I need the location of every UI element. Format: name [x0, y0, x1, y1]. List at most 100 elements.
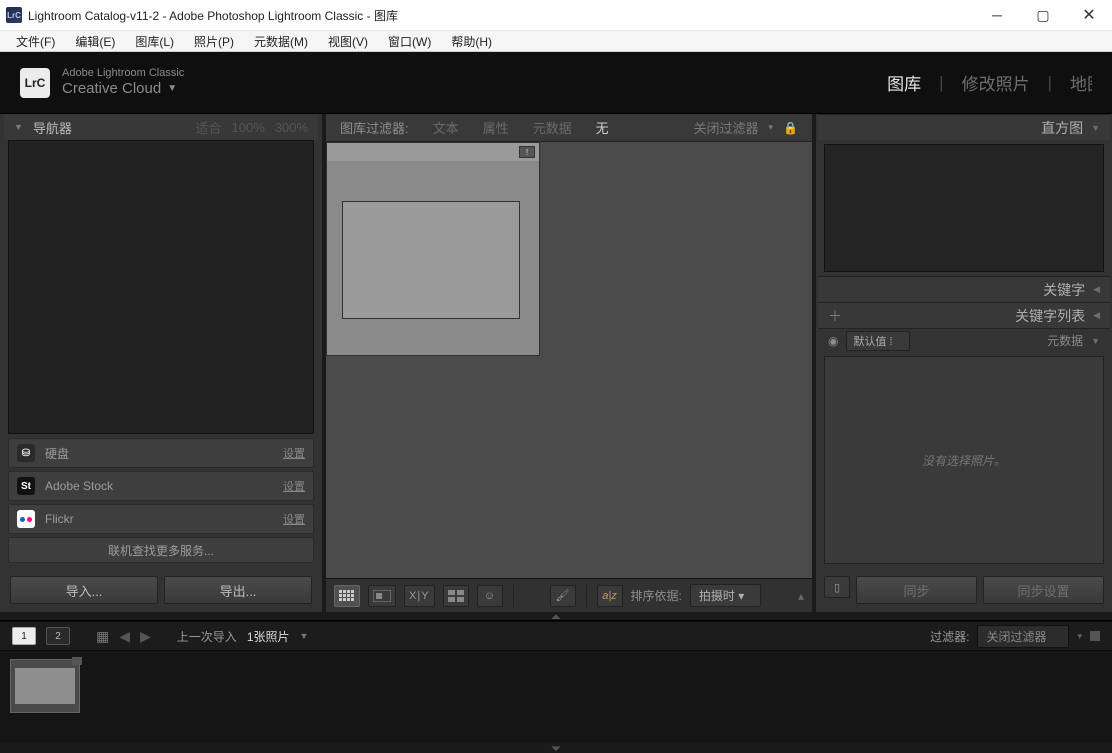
people-icon: ☺: [484, 590, 495, 602]
center-toolbar: X|Y ☺ 🖌 a|z 排序依据: 拍摄时 ▾ ▴: [326, 578, 812, 612]
primary-display-button[interactable]: 1: [12, 627, 36, 645]
window-title: Lightroom Catalog-v11-2 - Adobe Photosho…: [28, 7, 974, 24]
collapse-icon[interactable]: ◀: [1093, 310, 1100, 321]
window-maximize-button[interactable]: ▢: [1020, 0, 1066, 30]
window-close-button[interactable]: ✕: [1066, 0, 1112, 30]
filmstrip-thumbnail[interactable]: [10, 659, 80, 713]
view-people-button[interactable]: ☺: [477, 585, 503, 607]
metadata-eye-icon[interactable]: ◉: [828, 334, 838, 348]
source-dropdown-icon[interactable]: ▼: [300, 631, 309, 641]
left-panel: ▼ 导航器 适合 100% 300% ⛁ 硬盘 设置 St Adobe Stoc…: [0, 114, 326, 612]
menu-photo[interactable]: 照片(P): [184, 31, 244, 52]
sync-switch-icon: ▯: [834, 581, 840, 594]
source-label[interactable]: 上一次导入: [177, 628, 237, 645]
navigator-header[interactable]: ▼ 导航器 适合 100% 300%: [4, 114, 318, 140]
metadata-preset-select[interactable]: 默认值 ⁞: [846, 331, 909, 351]
sort-az-icon: a|z: [602, 590, 616, 602]
metadata-title: 元数据: [1047, 332, 1083, 349]
brand-dropdown-icon[interactable]: ▼: [167, 83, 177, 95]
filmstrip-footer: 1 2 ▦ ◀ ▶ 上一次导入 1张照片 ▼ 过滤器: 关闭过滤器 ▾ ▼: [0, 620, 1112, 753]
import-button[interactable]: 导入...: [10, 576, 158, 604]
nav-prev-icon[interactable]: ◀: [119, 628, 130, 645]
service-setup-link[interactable]: 设置: [283, 478, 305, 494]
sort-direction-button[interactable]: a|z: [597, 585, 623, 607]
filter-dropdown-icon[interactable]: ▾: [769, 122, 774, 133]
histogram-box[interactable]: [824, 144, 1104, 272]
service-flickr-label: Flickr: [45, 512, 74, 526]
filter-close[interactable]: 关闭过滤器: [694, 118, 759, 137]
service-setup-link[interactable]: 设置: [283, 511, 305, 527]
filmstrip-grid-icon[interactable]: ▦: [96, 628, 109, 645]
painter-tool-button[interactable]: 🖌: [550, 585, 576, 607]
menu-window[interactable]: 窗口(W): [378, 31, 441, 52]
photo-badge-icon[interactable]: !: [519, 146, 535, 158]
module-develop[interactable]: 修改照片: [962, 70, 1030, 95]
keyword-list-header[interactable]: ＋ 关键字列表 ◀: [818, 302, 1110, 328]
navigator-preview[interactable]: [8, 140, 314, 434]
collapse-icon[interactable]: ▼: [1091, 336, 1100, 346]
menu-view[interactable]: 视图(V): [318, 31, 378, 52]
keywording-header[interactable]: 关键字 ◀: [818, 276, 1110, 302]
nav-next-icon[interactable]: ▶: [140, 628, 151, 645]
filmstrip[interactable]: [0, 651, 1112, 743]
sort-select[interactable]: 拍摄时 ▾: [690, 584, 761, 607]
center-panel: 图库过滤器: 文本 属性 元数据 无 关闭过滤器 ▾ 🔒 !: [326, 114, 812, 612]
export-button[interactable]: 导出...: [164, 576, 312, 604]
histogram-title: 直方图: [1041, 118, 1083, 138]
filter-text[interactable]: 文本: [433, 118, 459, 137]
collapse-icon[interactable]: ▼: [1091, 123, 1100, 133]
brand-line2[interactable]: Creative Cloud: [62, 80, 161, 98]
histogram-header[interactable]: 直方图 ▼: [818, 114, 1110, 140]
toolbar-expand-icon[interactable]: ▴: [798, 589, 804, 603]
service-harddrive-label: 硬盘: [45, 445, 69, 462]
view-loupe-button[interactable]: [368, 585, 396, 607]
service-harddrive[interactable]: ⛁ 硬盘 设置: [8, 438, 314, 468]
view-survey-button[interactable]: [443, 585, 469, 607]
menu-metadata[interactable]: 元数据(M): [244, 31, 318, 52]
publish-services: ⛁ 硬盘 设置 St Adobe Stock 设置 Flickr 设置 联机查找…: [4, 434, 318, 567]
photo-count: 1张照片: [247, 628, 290, 645]
service-setup-link[interactable]: 设置: [283, 445, 305, 461]
nav-fit[interactable]: 适合: [195, 118, 221, 137]
chevron-down-icon: ▼: [548, 744, 564, 753]
filter-menu-icon[interactable]: ▾: [1077, 631, 1082, 642]
footer-filter-select[interactable]: 关闭过滤器: [977, 625, 1069, 648]
compare-icon: X|Y: [409, 590, 430, 602]
menu-edit[interactable]: 编辑(E): [65, 31, 125, 52]
harddrive-icon: ⛁: [17, 444, 35, 462]
sync-toggle-button[interactable]: ▯: [824, 576, 850, 598]
collapse-icon[interactable]: ◀: [1093, 284, 1100, 295]
add-keyword-icon[interactable]: ＋: [828, 306, 842, 326]
service-adobestock[interactable]: St Adobe Stock 设置: [8, 471, 314, 501]
grid-view[interactable]: !: [326, 142, 812, 578]
filter-lock-icon[interactable]: 🔒: [783, 121, 798, 135]
module-library[interactable]: 图库: [887, 70, 921, 95]
menu-file[interactable]: 文件(F): [6, 31, 65, 52]
secondary-display-button[interactable]: 2: [46, 627, 70, 645]
photo-thumbnail[interactable]: [342, 201, 520, 319]
sync-settings-button[interactable]: 同步设置: [983, 576, 1104, 604]
find-more-services[interactable]: 联机查找更多服务...: [8, 537, 314, 563]
filter-none[interactable]: 无: [596, 118, 609, 137]
filter-metadata[interactable]: 元数据: [533, 118, 572, 137]
nav-100[interactable]: 100%: [232, 120, 265, 135]
filter-lock-toggle[interactable]: [1090, 631, 1100, 641]
view-grid-button[interactable]: [334, 585, 360, 607]
collapse-icon[interactable]: ▼: [14, 122, 23, 132]
panel-collapse-bottom[interactable]: ▼: [0, 743, 1112, 753]
module-map[interactable]: 地图: [1070, 70, 1092, 95]
service-flickr[interactable]: Flickr 设置: [8, 504, 314, 534]
lightroom-logo-icon: LrC: [20, 68, 50, 98]
app-menubar: 文件(F) 编辑(E) 图库(L) 照片(P) 元数据(M) 视图(V) 窗口(…: [0, 30, 1112, 52]
view-compare-button[interactable]: X|Y: [404, 585, 435, 607]
footer-filter-label: 过滤器:: [930, 628, 969, 645]
filter-attribute[interactable]: 属性: [483, 118, 509, 137]
sync-button[interactable]: 同步: [856, 576, 977, 604]
menu-help[interactable]: 帮助(H): [441, 31, 502, 52]
window-minimize-button[interactable]: ─: [974, 0, 1020, 30]
panel-collapse-top[interactable]: ▲: [0, 612, 1112, 620]
module-separator: |: [939, 73, 943, 93]
menu-library[interactable]: 图库(L): [125, 31, 184, 52]
nav-300[interactable]: 300%: [275, 120, 308, 135]
grid-cell[interactable]: !: [326, 142, 540, 356]
